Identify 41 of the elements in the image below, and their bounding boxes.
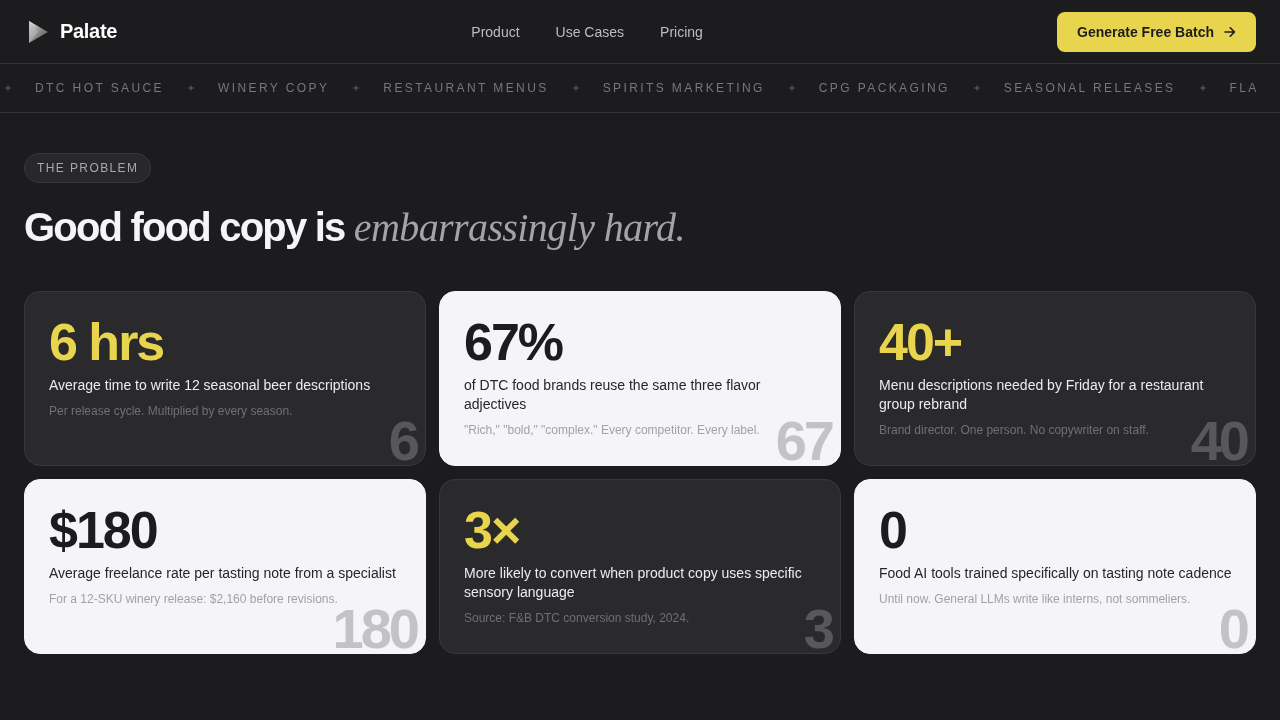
ticker-label: CPG PACKAGING [818, 81, 950, 95]
stat-description: Food AI tools trained specifically on tasting note cadence [879, 564, 1233, 583]
stat-note: "Rich," "bold," "complex." Every competitor. Every label. [464, 422, 761, 438]
stat-note: For a 12-SKU winery release: $2,160 before revisions. [49, 591, 339, 607]
logo-icon [28, 20, 48, 43]
sparkle-icon [787, 84, 796, 92]
stat-value: 67% [464, 316, 564, 368]
stat-note: Source: F&B DTC conversion study, 2024. [464, 610, 691, 626]
brand-name: Palate [60, 20, 118, 43]
ticker-label: SPIRITS MARKETING [602, 81, 765, 95]
nav-link[interactable]: Pricing [660, 23, 703, 40]
ticker-label: DTC HOT SAUCE [35, 81, 164, 95]
arrow-right-icon [1224, 25, 1236, 38]
nav-link[interactable]: Product [471, 23, 520, 40]
generate-batch-button[interactable]: Generate Free Batch [1057, 11, 1256, 52]
nav-link[interactable]: Use Cases [555, 23, 625, 40]
section-badge: THE PROBLEM [24, 153, 152, 183]
stat-value: $180 [49, 504, 158, 556]
stat-description: Average time to write 12 seasonal beer descriptions [49, 376, 372, 395]
stat-note: Brand director. One person. No copywriter on staff. [879, 422, 1150, 438]
sparkle-icon [4, 84, 12, 92]
stat-value: 0 [879, 504, 907, 556]
stat-note: Until now. General LLMs write like interns, not sommeliers. [879, 591, 1192, 607]
stat-value: 6 hrs [49, 316, 165, 368]
stat-description: More likely to convert when product copy uses specific sensory language [464, 564, 803, 602]
stat-description: Menu descriptions needed by Friday for a restaurant group rebrand [879, 376, 1205, 414]
ticker-label: WINERY COPY [218, 81, 330, 95]
sparkle-icon [1198, 84, 1207, 92]
sparkle-icon [571, 84, 580, 92]
section-heading: Good food copy is embarrassingly hard. [24, 204, 686, 252]
stat-description: Average freelance rate per tasting note from a specialist [49, 564, 397, 583]
stat-description: of DTC food brands reuse the same three flavor adjectives [464, 376, 762, 414]
stat-value: 40+ [879, 316, 963, 368]
sparkle-icon [352, 84, 361, 92]
stat-note: Per release cycle. Multiplied by every season. [49, 403, 294, 419]
sparkle-icon [187, 84, 195, 92]
sparkle-icon [972, 84, 981, 92]
ticker-label: FLA [1229, 81, 1259, 95]
ticker-label: SEASONAL RELEASES [1003, 81, 1176, 95]
stat-value: 3× [464, 504, 521, 556]
ticker-label: RESTAURANT MENUS [383, 81, 549, 95]
